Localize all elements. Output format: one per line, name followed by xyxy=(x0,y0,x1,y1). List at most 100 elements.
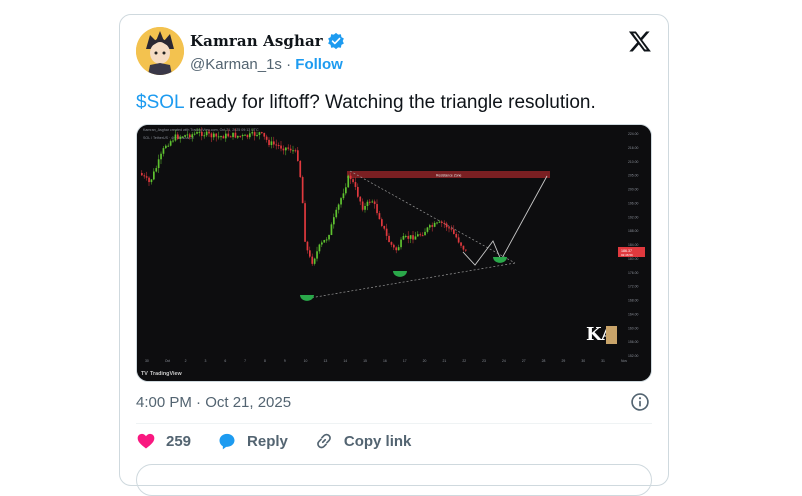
resistance-zone-label: Resistance Zone xyxy=(436,173,462,177)
chart-symbol-text: SOL / TetherUS · 4h · BINANCE xyxy=(143,136,195,140)
price-tick-label: 216.00 xyxy=(628,146,638,150)
candle-body xyxy=(150,179,153,183)
time-tick-label: 6 xyxy=(224,359,226,363)
candle-body xyxy=(388,235,390,243)
candle-body xyxy=(141,173,143,176)
time-tick-label: 24 xyxy=(502,359,506,363)
candle-body xyxy=(409,235,412,239)
tweet-card[interactable]: Kamran Asghar @Karman_1s · Follow $SOL r… xyxy=(119,14,669,496)
candle-body xyxy=(445,223,448,228)
divider xyxy=(136,423,652,424)
time-tick-label: 17 xyxy=(403,359,407,363)
candle-body xyxy=(205,131,208,136)
chart-image[interactable]: Kamran_Asghar created with TradingView.c… xyxy=(136,124,652,382)
candle-body xyxy=(285,147,287,151)
candle-body xyxy=(237,135,239,138)
candle-body xyxy=(208,131,210,134)
read-replies-button[interactable] xyxy=(136,464,652,496)
candle-body xyxy=(316,251,318,259)
cashtag-link[interactable]: $SOL xyxy=(136,92,184,113)
candle-body xyxy=(455,233,458,238)
time-tick-label: 23 xyxy=(482,359,486,363)
candle-body xyxy=(407,235,410,239)
price-tick-label: 192.00 xyxy=(628,215,638,219)
candle-body xyxy=(364,206,366,210)
candle-body xyxy=(143,175,146,177)
candle-body xyxy=(421,235,424,237)
candle-body xyxy=(393,244,395,248)
time-tick-label: 29 xyxy=(562,359,566,363)
follow-button[interactable]: Follow xyxy=(295,56,343,73)
copy-link-button[interactable]: Copy link xyxy=(314,431,411,451)
candle-body xyxy=(198,131,201,133)
handle[interactable]: @Karman_1s xyxy=(190,56,282,73)
time-tick-label: 31 xyxy=(601,359,605,363)
tweet-text-body: ready for liftoff? Watching the triangle… xyxy=(183,92,596,113)
candle-body xyxy=(282,148,285,151)
ka-logo: KA xyxy=(586,324,617,345)
price-tick-label: 152.00 xyxy=(628,354,638,358)
candle-body xyxy=(395,247,398,251)
candle-body xyxy=(325,239,328,241)
candle-body xyxy=(462,245,465,250)
candle-body xyxy=(330,224,333,236)
timestamp[interactable]: 4:00 PM · Oct 21, 2025 xyxy=(136,394,291,411)
info-icon[interactable] xyxy=(630,392,650,412)
candle-body xyxy=(287,147,290,149)
candle-body xyxy=(167,145,170,147)
candle-body xyxy=(251,132,254,134)
candle-body xyxy=(169,141,172,146)
candle-body xyxy=(361,201,364,210)
candle-body xyxy=(390,242,393,245)
candle-body xyxy=(335,209,338,218)
candle-body xyxy=(424,231,426,236)
avatar[interactable] xyxy=(136,27,184,75)
candle-body xyxy=(337,204,340,210)
candle-body xyxy=(347,175,350,188)
candle-body xyxy=(213,133,215,138)
time-tick-label: 21 xyxy=(443,359,447,363)
reply-button[interactable]: Reply xyxy=(217,431,288,451)
svg-text:TV: TV xyxy=(141,371,148,377)
display-name[interactable]: Kamran Asghar xyxy=(190,32,323,50)
candle-body xyxy=(378,213,381,220)
x-logo-icon[interactable] xyxy=(628,29,652,53)
candle-body xyxy=(280,145,282,149)
candle-body xyxy=(304,203,306,242)
candle-body xyxy=(297,150,299,161)
candle-body xyxy=(349,175,352,180)
candle-body xyxy=(402,236,405,240)
candle-body xyxy=(160,153,162,160)
candle-body xyxy=(177,134,179,139)
candle-body xyxy=(225,133,227,139)
price-tick-label: 210.00 xyxy=(628,160,638,164)
price-tick-label: 224.00 xyxy=(628,132,638,136)
time-tick-label: 2 xyxy=(185,359,187,363)
candle-body xyxy=(453,229,455,234)
candle-body xyxy=(417,234,419,237)
candle-body xyxy=(376,204,378,214)
candle-body xyxy=(357,186,359,197)
candle-body xyxy=(273,141,275,145)
time-tick-label: 3 xyxy=(205,359,207,363)
candle-body xyxy=(431,225,434,227)
candle-body xyxy=(153,171,155,180)
reply-label: Reply xyxy=(247,432,288,450)
time-tick-label: 20 xyxy=(423,359,427,363)
candle-body xyxy=(191,134,194,138)
candle-body xyxy=(189,134,191,138)
candle-body xyxy=(311,256,314,264)
candle-body xyxy=(400,239,402,248)
candle-body xyxy=(229,136,232,138)
candle-body xyxy=(448,227,450,229)
candle-body xyxy=(217,136,220,138)
candle-body xyxy=(232,132,234,138)
candle-body xyxy=(328,235,330,240)
like-button[interactable]: 259 xyxy=(136,431,191,451)
candle-body xyxy=(241,134,244,137)
candle-body xyxy=(155,168,158,172)
time-tick-label: 28 xyxy=(542,359,546,363)
price-tick-label: 205.00 xyxy=(628,174,638,178)
candle-body xyxy=(385,228,388,236)
candle-body xyxy=(429,225,431,228)
